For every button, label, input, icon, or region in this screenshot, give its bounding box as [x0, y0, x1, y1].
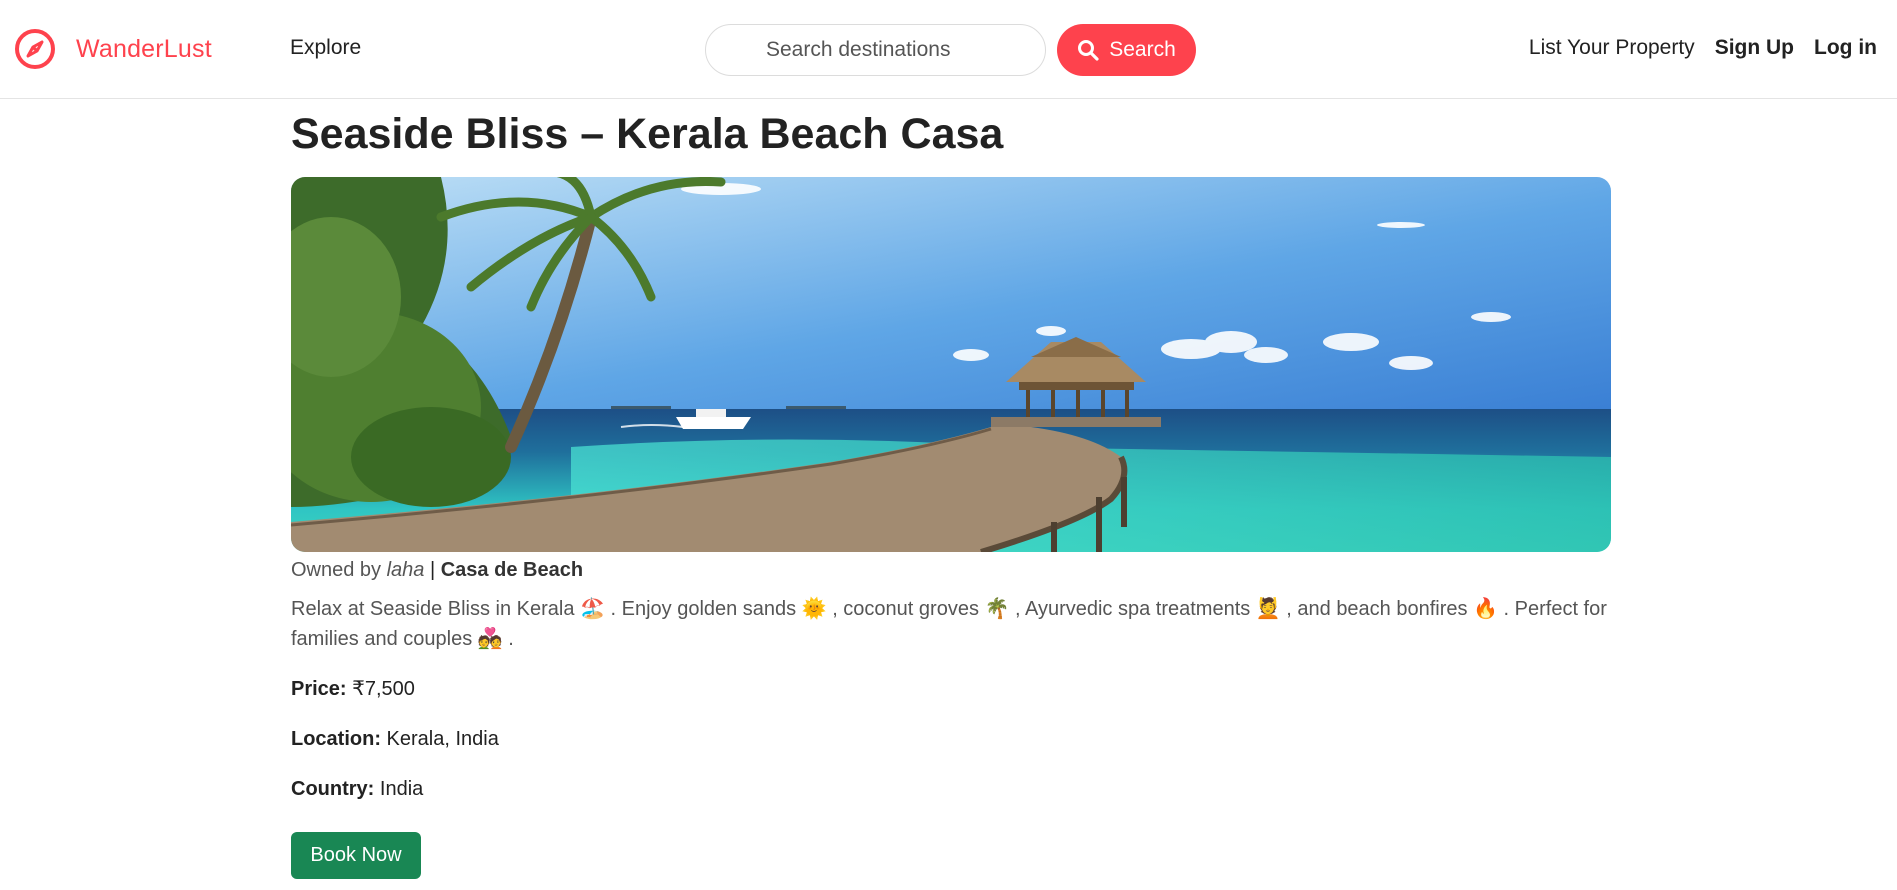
- country-row: Country: India: [291, 774, 1611, 804]
- price-label: Price:: [291, 677, 347, 700]
- navbar: WanderLust Explore Search List Your Prop…: [0, 0, 1897, 99]
- listing-content: Seaside Bliss – Kerala Beach Casa Owned …: [291, 99, 1611, 879]
- brand-link[interactable]: WanderLust: [14, 25, 212, 73]
- country-value: India: [374, 777, 424, 800]
- log-in-link[interactable]: Log in: [1814, 36, 1877, 60]
- location-label: Location:: [291, 727, 381, 750]
- search-input[interactable]: [705, 24, 1046, 76]
- search-icon: [1077, 39, 1099, 61]
- nav-right: List Your Property Sign Up Log in: [1509, 36, 1877, 60]
- country-label: Country:: [291, 777, 375, 800]
- book-now-button[interactable]: Book Now: [291, 831, 421, 879]
- sign-up-link[interactable]: Sign Up: [1715, 36, 1794, 60]
- search-button[interactable]: Search: [1057, 24, 1196, 76]
- search-button-label: Search: [1109, 38, 1176, 61]
- brand-name: WanderLust: [76, 34, 212, 63]
- price-row: Price: ₹7,500: [291, 674, 1611, 704]
- compass-icon: [14, 28, 56, 70]
- owner-separator: |: [424, 558, 441, 581]
- list-property-link[interactable]: List Your Property: [1529, 36, 1695, 60]
- owned-by-label: Owned by: [291, 558, 387, 581]
- listing-title: Seaside Bliss – Kerala Beach Casa: [291, 110, 1004, 158]
- owner-line: Owned by laha | Casa de Beach: [291, 556, 1611, 584]
- location-value: Kerala, India: [381, 727, 499, 750]
- listing-image: [291, 176, 1611, 552]
- listing-description: Relax at Seaside Bliss in Kerala 🏖️ . En…: [291, 597, 1607, 650]
- listing-brand: Casa de Beach: [440, 558, 584, 581]
- location-row: Location: Kerala, India: [291, 724, 1611, 754]
- owner-name: laha: [386, 558, 425, 581]
- nav-explore-link[interactable]: Explore: [290, 36, 361, 60]
- price-value: ₹7,500: [346, 677, 415, 700]
